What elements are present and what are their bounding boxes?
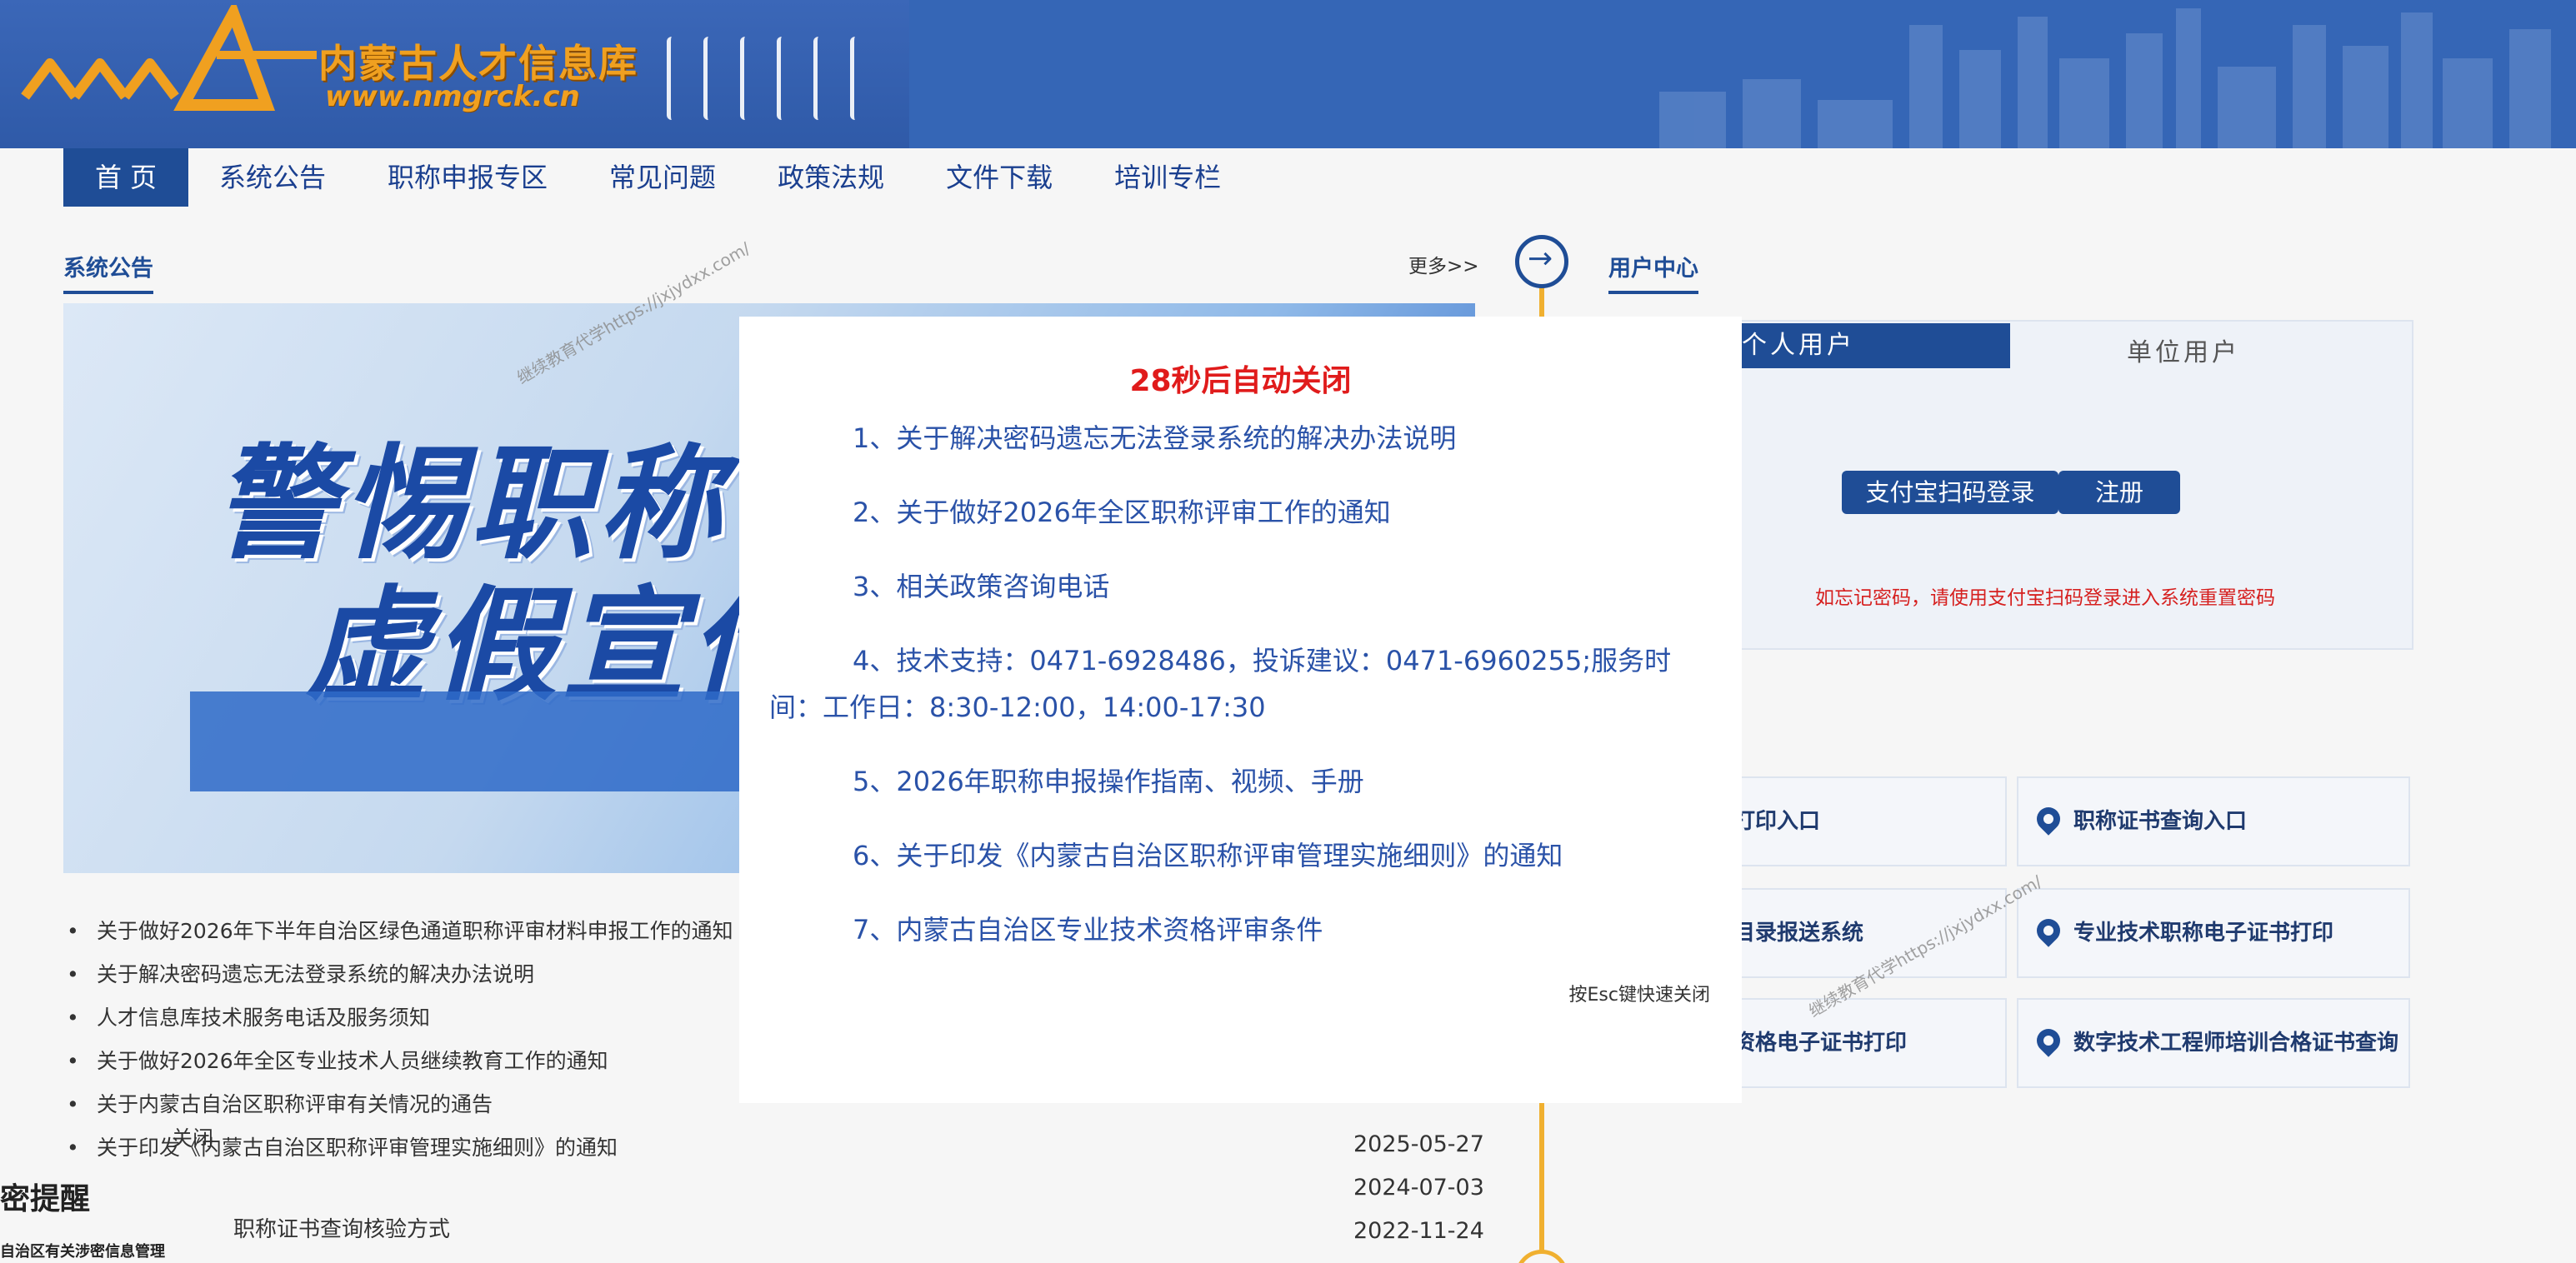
notice-link[interactable]: 1、关于解决密码遗忘无法登录系统的解决办法说明 <box>769 415 1711 462</box>
quicklink-digital-engineer[interactable]: 数字技术工程师培训合格证书查询 <box>2017 998 2410 1088</box>
header-banner: 内蒙古人才信息库 www.nmgrck.cn <box>0 0 2576 148</box>
quicklink-e-cert-print[interactable]: 专业技术职称电子证书打印 <box>2017 888 2410 978</box>
forgot-password-tip: 如忘记密码，请使用支付宝扫码登录进入系统重置密码 <box>1815 587 2275 609</box>
notice-link[interactable]: 6、关于印发《内蒙古自治区职称评审管理实施细则》的通知 <box>769 832 1711 879</box>
notice-link[interactable]: 7、内蒙古自治区专业技术资格评审条件 <box>769 906 1711 953</box>
close-button[interactable]: 关闭 <box>172 1122 213 1152</box>
notice-link[interactable]: 3、相关政策咨询电话 <box>769 563 1711 610</box>
more-link[interactable]: 更多>> <box>1408 250 1479 278</box>
city-skyline-image <box>909 0 2576 148</box>
location-pin-icon <box>2032 1023 2065 1057</box>
location-pin-icon <box>2032 801 2065 836</box>
announcement-dates: 2025-05-27 2024-07-03 2022-11-24 <box>1353 1123 1484 1253</box>
quicklink-cert-query[interactable]: 职称证书查询入口 <box>2017 776 2410 866</box>
tab-unit-user[interactable]: 单位用户 <box>2127 332 2240 368</box>
nav-policies[interactable]: 政策法规 <box>747 148 915 207</box>
alipay-login-button[interactable]: 支付宝扫码登录 <box>1842 471 2058 514</box>
date: 2024-07-03 <box>1353 1175 1484 1201</box>
notice-link[interactable]: 2、关于做好2026年全区职称评审工作的通知 <box>769 489 1711 536</box>
date: 2022-11-24 <box>1353 1218 1484 1244</box>
location-pin-icon <box>2032 913 2065 947</box>
logo-icon <box>21 5 317 111</box>
notice-list: 1、关于解决密码遗忘无法登录系统的解决办法说明 2、关于做好2026年全区职称评… <box>769 415 1711 981</box>
user-center-title: 用户中心 <box>1608 250 1698 294</box>
main-nav: 首页 系统公告 职称申报专区 常见问题 政策法规 文件下载 培训专栏 <box>63 148 1252 207</box>
notice-link[interactable]: 4、技术支持：0471-6928486，投诉建议：0471-6960255;服务… <box>769 637 1711 731</box>
nav-home[interactable]: 首页 <box>63 148 189 207</box>
esc-hint: 按Esc键快速关闭 <box>1568 985 1710 1006</box>
nav-training[interactable]: 培训专栏 <box>1083 148 1252 207</box>
countdown-text: 28秒后自动关闭 <box>1129 364 1352 398</box>
reminder-title: 密提醒 <box>0 1182 91 1216</box>
notice-modal: 28秒后自动关闭 1、关于解决密码遗忘无法登录系统的解决办法说明 2、关于做好2… <box>739 317 1742 1103</box>
logo-url: www.nmgrck.cn <box>325 80 580 113</box>
login-icon <box>1515 235 1568 288</box>
reminder-subtitle: 自治区有关涉密信息管理 <box>0 1243 165 1261</box>
notice-link[interactable]: 5、2026年职称申报操作指南、视频、手册 <box>769 758 1711 805</box>
mongolian-script-decoration <box>667 37 862 128</box>
nav-downloads[interactable]: 文件下载 <box>915 148 1083 207</box>
date: 2025-05-27 <box>1353 1131 1484 1157</box>
register-button[interactable]: 注册 <box>2058 471 2180 514</box>
list-item[interactable]: 关于印发《内蒙古自治区职称评审管理实施细则》的通知 <box>67 1126 1483 1170</box>
nav-faq[interactable]: 常见问题 <box>578 148 747 207</box>
timeline-node-icon <box>1515 1250 1568 1263</box>
nav-title-application[interactable]: 职称申报专区 <box>357 148 578 207</box>
nav-announcements[interactable]: 系统公告 <box>188 148 357 207</box>
announcements-title: 系统公告 <box>63 250 153 294</box>
list-item[interactable]: 职称证书查询核验方式 <box>233 1212 450 1243</box>
